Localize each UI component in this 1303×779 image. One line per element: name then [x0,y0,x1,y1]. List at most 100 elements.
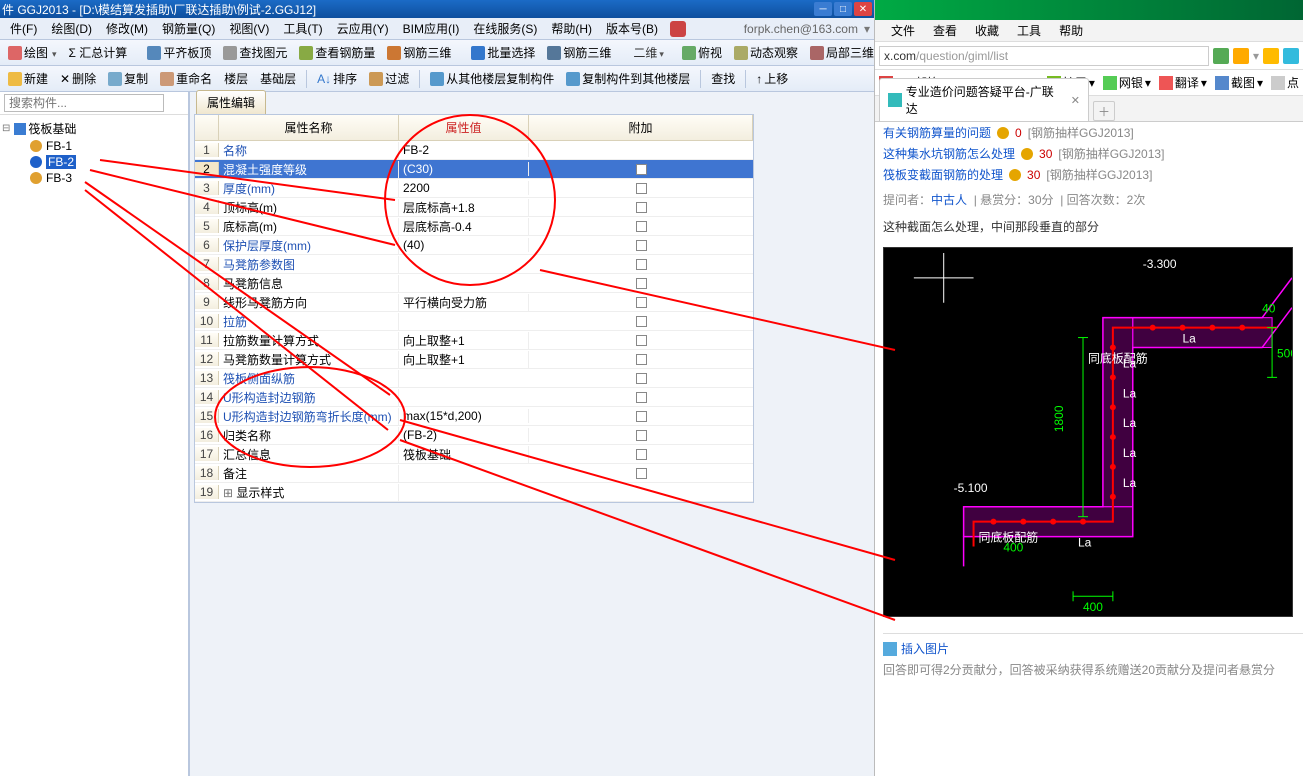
menu-rebar[interactable]: 钢筋量(Q) [156,18,221,39]
row-value[interactable]: max(15*d,200) [399,409,529,423]
property-row[interactable]: 13筏板侧面纵筋 [195,369,753,388]
checkbox[interactable] [636,430,647,441]
row-value[interactable]: 层底标高-0.4 [399,218,529,235]
property-row[interactable]: 3厚度(mm)2200 [195,179,753,198]
move-up-button[interactable]: ↑ 上移 [752,68,792,89]
row-value[interactable]: 平行横向受力筋 [399,294,529,311]
question-link-2[interactable]: 这种集水坑钢筋怎么处理 30 [钢筋抽样GGJ2013] [883,143,1303,164]
property-row[interactable]: 15U形构造封边钢筋弯折长度(mm)max(15*d,200) [195,407,753,426]
checkbox[interactable] [636,392,647,403]
checkbox[interactable] [636,468,647,479]
rebar-3d-button-2[interactable]: 钢筋三维 [543,42,615,63]
find-button[interactable]: 查找 [707,68,739,89]
checkbox[interactable] [636,221,647,232]
checkbox[interactable] [636,449,647,460]
br-menu-view[interactable]: 查看 [925,20,965,41]
delete-button[interactable]: ✕ 删除 [56,68,100,89]
copy-from-floor-button[interactable]: 从其他楼层复制构件 [426,68,558,89]
property-row[interactable]: 11拉筋数量计算方式向上取整+1 [195,331,753,350]
floor-dropdown[interactable]: 基础层 [256,68,300,89]
ext-translate[interactable]: 翻译 ▾ [1159,74,1207,91]
question-link-3[interactable]: 筏板变截面钢筋的处理 30 [钢筋抽样GGJ2013] [883,164,1303,185]
property-row[interactable]: 7马凳筋参数图 [195,255,753,274]
checkbox[interactable] [636,202,647,213]
property-row[interactable]: 5底标高(m)层底标高-0.4 [195,217,753,236]
draw-tool[interactable]: 绘图 [4,42,61,63]
menu-modify[interactable]: 修改(M) [100,18,154,39]
property-row[interactable]: 16归类名称(FB-2) [195,426,753,445]
property-row[interactable]: 17汇总信息筏板基础 [195,445,753,464]
insert-image-link[interactable]: 插入图片 [883,633,1303,657]
br-menu-fav[interactable]: 收藏 [967,20,1007,41]
menu-help[interactable]: 帮助(H) [545,18,598,39]
copy-button[interactable]: 复制 [104,68,152,89]
topview-button[interactable]: 俯视 [678,42,726,63]
checkbox[interactable] [636,316,647,327]
rebar-3d-button[interactable]: 钢筋三维 [383,42,455,63]
menu-view[interactable]: 视图(V) [223,18,275,39]
row-value[interactable]: 筏板基础 [399,446,529,463]
br-menu-help[interactable]: 帮助 [1051,20,1091,41]
new-tab-button[interactable]: ＋ [1093,101,1115,121]
orbit-button[interactable]: 动态观察 [730,42,802,63]
checkbox[interactable] [636,240,647,251]
row-value[interactable]: 层底标高+1.8 [399,199,529,216]
close-button[interactable]: ✕ [854,2,872,16]
checkbox[interactable] [636,278,647,289]
tree-root[interactable]: 筏板基础 [2,119,186,138]
checkbox[interactable] [636,373,647,384]
question-link-1[interactable]: 有关钢筋算量的问题 0 [钢筋抽样GGJ2013] [883,122,1303,143]
batch-select-button[interactable]: 批量选择 [467,42,539,63]
tree-leaf-fb1[interactable]: FB-1 [2,138,186,154]
row-value[interactable]: (C30) [399,162,529,176]
checkbox[interactable] [636,183,647,194]
br-menu-tools[interactable]: 工具 [1009,20,1049,41]
property-row[interactable]: 14U形构造封边钢筋 [195,388,753,407]
checkbox[interactable] [636,259,647,270]
sort-button[interactable]: A↓排序 [313,68,361,89]
align-top-button[interactable]: 平齐板顶 [143,42,215,63]
ext-screenshot[interactable]: 截图 ▾ [1215,74,1263,91]
row-value[interactable]: 向上取整+1 [399,332,529,349]
property-row[interactable]: 12马凳筋数量计算方式向上取整+1 [195,350,753,369]
tree-leaf-fb2[interactable]: FB-2 [2,154,186,170]
property-row[interactable]: 6保护层厚度(mm)(40) [195,236,753,255]
menu-file[interactable]: 件(F) [4,18,43,39]
url-input[interactable]: x.com/question/giml/list [879,46,1209,66]
search-input[interactable] [4,94,164,112]
menu-bim[interactable]: BIM应用(I) [397,18,466,39]
checkbox[interactable] [636,297,647,308]
viewmode-dropdown[interactable]: 二维 [631,44,666,61]
find-element-button[interactable]: 查找图元 [219,42,291,63]
row-value[interactable]: (40) [399,238,529,252]
tree-leaf-fb3[interactable]: FB-3 [2,170,186,186]
extra-icon[interactable] [1283,48,1299,64]
view-rebar-qty-button[interactable]: 查看钢筋量 [295,42,379,63]
browser-tab[interactable]: 专业造价问题答疑平台-广联达 ✕ [879,78,1089,121]
property-row[interactable]: 10拉筋 [195,312,753,331]
property-row[interactable]: 18备注 [195,464,753,483]
new-button[interactable]: 新建 [4,68,52,89]
row-value[interactable]: (FB-2) [399,428,529,442]
row-value[interactable]: 向上取整+1 [399,351,529,368]
user-email[interactable]: forpk.chen@163.com [740,22,862,36]
br-menu-file[interactable]: 文件 [883,20,923,41]
refresh-icon[interactable] [1213,48,1229,64]
row-value[interactable]: FB-2 [399,143,529,157]
menu-online[interactable]: 在线服务(S) [467,18,543,39]
checkbox[interactable] [636,164,647,175]
lightning-icon[interactable] [1233,48,1249,64]
property-row[interactable]: 9线形马凳筋方向平行横向受力筋 [195,293,753,312]
maximize-button[interactable]: □ [834,2,852,16]
ext-more[interactable]: 点 [1271,74,1299,91]
rename-button[interactable]: 重命名 [156,68,216,89]
menu-tools[interactable]: 工具(T) [277,18,328,39]
row-value[interactable]: 2200 [399,181,529,195]
tab-property-edit[interactable]: 属性编辑 [196,90,266,114]
checkbox[interactable] [636,411,647,422]
local-3d-button[interactable]: 局部三维 [806,42,878,63]
copy-to-floor-button[interactable]: 复制构件到其他楼层 [562,68,694,89]
property-row[interactable]: 19显示样式 [195,483,753,502]
property-row[interactable]: 2混凝土强度等级(C30) [195,160,753,179]
menu-cloud[interactable]: 云应用(Y) [331,18,395,39]
